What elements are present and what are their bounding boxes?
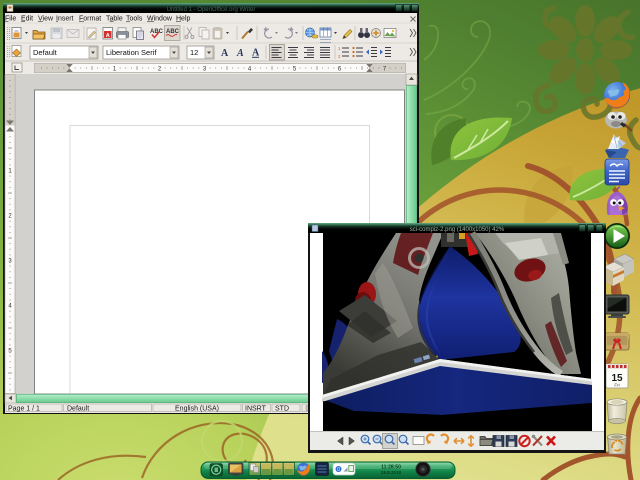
- svg-text:A: A: [221, 48, 229, 59]
- svg-text:12: 12: [190, 48, 198, 57]
- svg-text:15.8.2010: 15.8.2010: [381, 470, 402, 475]
- svg-text:Insert: Insert: [56, 16, 74, 23]
- svg-text:Default: Default: [33, 48, 58, 57]
- svg-text:Page 1 / 1: Page 1 / 1: [8, 405, 40, 412]
- svg-text:STD: STD: [275, 405, 289, 412]
- svg-text:Table: Table: [106, 16, 123, 23]
- svg-text:Default: Default: [67, 405, 89, 412]
- svg-text:Liberation Serif: Liberation Serif: [106, 48, 157, 57]
- svg-text:A: A: [106, 33, 110, 39]
- svg-text:0: 0: [337, 467, 340, 473]
- svg-text:sci-compiz-2.png (1400x1050) 4: sci-compiz-2.png (1400x1050) 42%: [410, 227, 505, 233]
- svg-text:Fri: Fri: [614, 383, 619, 388]
- svg-text:ABC: ABC: [166, 29, 180, 35]
- svg-text:A: A: [236, 48, 244, 59]
- svg-text:Untitled 1 - OpenOffice.org Wr: Untitled 1 - OpenOffice.org Writer: [167, 7, 256, 13]
- svg-text:INSRT: INSRT: [245, 405, 267, 412]
- svg-text:English (USA): English (USA): [175, 405, 219, 412]
